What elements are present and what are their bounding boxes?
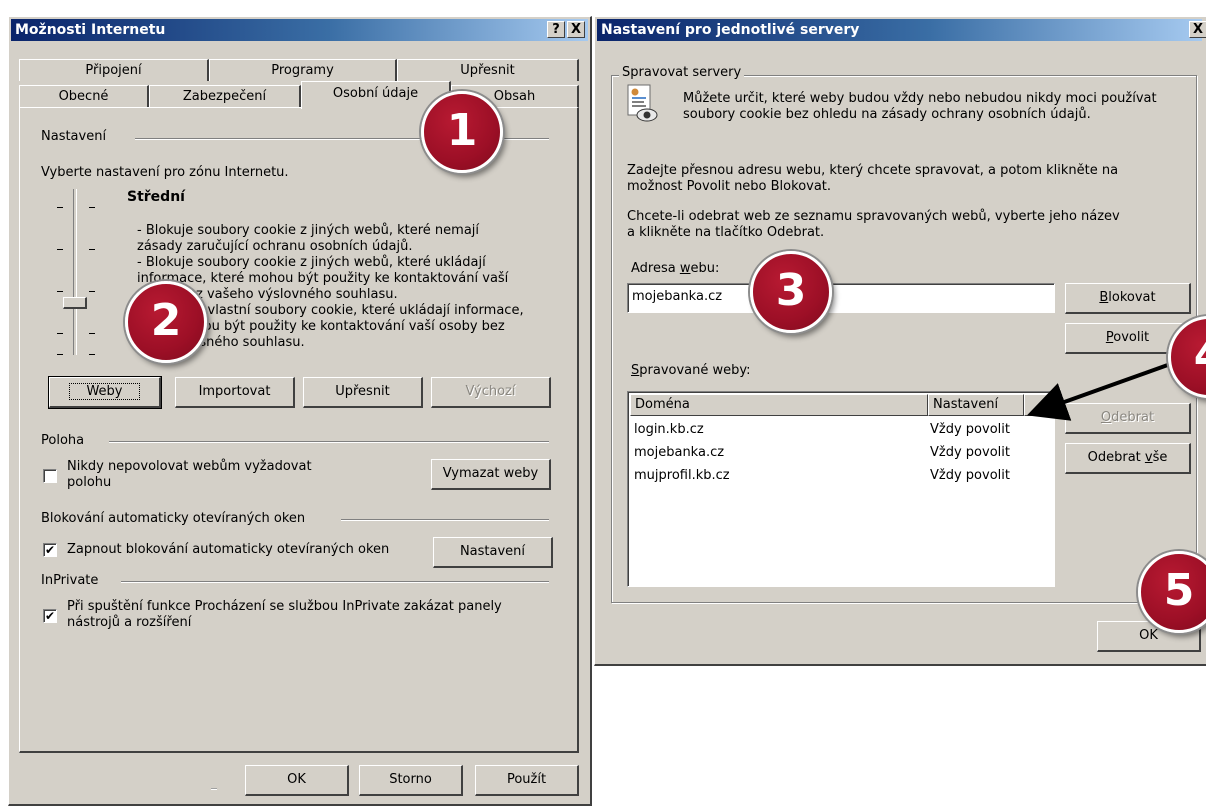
slider-tick: [57, 249, 63, 250]
group-divider: [109, 441, 549, 443]
intro-text: Můžete určit, které weby budou vždy nebo…: [683, 91, 1157, 122]
column-header-domain[interactable]: Doména: [630, 394, 928, 416]
location-group-label: Poloha: [41, 433, 85, 448]
popup-checkbox-label: Zapnout blokování automaticky otevíranýc…: [67, 542, 390, 557]
dialog-title: Nastavení pro jednotlivé servery: [601, 22, 860, 38]
per-site-settings-dialog: Nastavení pro jednotlivé servery X Sprav…: [594, 16, 1206, 666]
button-label: Výchozí: [465, 384, 516, 399]
button-label: Nastavení: [459, 544, 526, 559]
default-button[interactable]: Výchozí: [431, 377, 551, 408]
title-bar: Nastavení pro jednotlivé servery: [597, 19, 1202, 41]
manage-sites-label: Spravovat servery: [619, 65, 745, 80]
popup-blocker-checkbox[interactable]: ✔: [43, 543, 57, 557]
button-label: OK: [287, 772, 306, 787]
slider-tick: [89, 207, 95, 208]
slider-tick: [57, 207, 63, 208]
settings-group-label: Nastavení: [41, 129, 107, 144]
instruction-text-2: Chcete-li odebrat web ze seznamu spravov…: [627, 209, 1120, 240]
button-label: Importovat: [198, 384, 271, 399]
button-label: Blokovat: [1099, 290, 1156, 305]
block-button[interactable]: Blokovat: [1065, 283, 1191, 314]
privacy-level-title: Střední: [127, 189, 185, 205]
table-row[interactable]: mojebanka.cz Vždy povolit: [630, 441, 1052, 464]
instruction-text-1: Zadejte přesnou adresu webu, který chcet…: [627, 163, 1119, 194]
button-label: Vymazat weby: [442, 466, 539, 481]
button-label: Storno: [389, 772, 432, 787]
popup-settings-button[interactable]: Nastavení: [433, 537, 553, 568]
location-checkbox[interactable]: [43, 469, 57, 483]
slider-track: [73, 189, 77, 355]
cookie-document-icon: [625, 83, 659, 125]
group-divider: [341, 519, 549, 521]
setting-cell: Vždy povolit: [930, 468, 1010, 483]
button-label: Upřesnit: [335, 384, 390, 399]
setting-cell: Vždy povolit: [930, 422, 1010, 437]
table-row[interactable]: login.kb.cz Vždy povolit: [630, 418, 1052, 441]
managed-sites-list[interactable]: Doména Nastavení login.kb.cz Vždy povoli…: [627, 391, 1055, 587]
remove-all-button[interactable]: Odebrat vše: [1065, 443, 1191, 474]
domain-cell: login.kb.cz: [634, 422, 704, 437]
step-marker-3: 3: [750, 251, 832, 333]
group-divider: [121, 581, 549, 583]
button-label: OK: [1139, 628, 1158, 643]
table-row[interactable]: mujprofil.kb.cz Vždy povolit: [630, 464, 1052, 487]
import-button[interactable]: Importovat: [175, 377, 295, 408]
slider-tick: [57, 354, 63, 355]
setting-cell: Vždy povolit: [930, 445, 1010, 460]
slider-tick: [57, 333, 63, 334]
remove-button[interactable]: Odebrat: [1065, 403, 1191, 434]
step-marker-1: 1: [421, 91, 503, 173]
cancel-button[interactable]: Storno: [359, 765, 463, 796]
sites-button[interactable]: Weby: [48, 376, 162, 409]
location-checkbox-label: Nikdy nepovolovat webům vyžadovat polohu: [67, 459, 312, 490]
step-marker-2: 2: [125, 281, 207, 363]
zone-text: Vyberte nastavení pro zónu Internetu.: [41, 165, 289, 180]
button-label: Weby: [69, 383, 140, 400]
close-button[interactable]: X: [1189, 21, 1206, 38]
button-label: Odebrat: [1100, 410, 1155, 425]
button-label: Odebrat vše: [1087, 450, 1168, 465]
domain-cell: mojebanka.cz: [634, 445, 725, 460]
managed-sites-label: Spravované weby:: [631, 363, 751, 378]
button-label: Použít: [506, 772, 547, 787]
slider-tick: [89, 333, 95, 334]
advanced-button[interactable]: Upřesnit: [303, 377, 423, 408]
internet-options-dialog: Možnosti Internetu ? X Připojení Program…: [8, 16, 592, 806]
slider-tick: [89, 291, 95, 292]
ok-button[interactable]: OK: [245, 765, 349, 796]
address-input[interactable]: mojebanka.cz: [627, 283, 1055, 313]
button-label: Povolit: [1105, 330, 1150, 345]
inprivate-checkbox[interactable]: ✔: [43, 609, 57, 623]
slider-tick: [89, 249, 95, 250]
slider-tick: [89, 354, 95, 355]
footer-separator: [211, 788, 217, 790]
clear-sites-button[interactable]: Vymazat weby: [431, 459, 551, 490]
privacy-level-slider[interactable]: [53, 189, 103, 357]
slider-tick: [57, 291, 63, 292]
slider-thumb[interactable]: [63, 297, 87, 309]
column-header-setting[interactable]: Nastavení: [928, 394, 1024, 416]
apply-button[interactable]: Použít: [475, 765, 579, 796]
inprivate-checkbox-label: Při spuštění funkce Procházení se službo…: [67, 599, 502, 630]
popup-group-label: Blokování automaticky otevíraných oken: [41, 511, 306, 526]
domain-cell: mujprofil.kb.cz: [634, 468, 730, 483]
address-label: Adresa webu:: [631, 261, 720, 276]
column-header-filler: [1024, 394, 1052, 416]
inprivate-group-label: InPrivate: [41, 573, 99, 588]
